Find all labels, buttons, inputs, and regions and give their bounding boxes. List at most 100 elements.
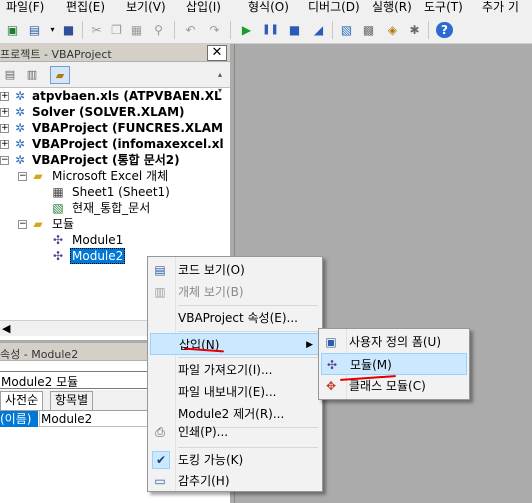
scroll-arrow-icon[interactable]: ▴ ▾ [215, 67, 225, 95]
toggle-folders-icon[interactable]: ▰ [50, 66, 70, 84]
tree-item-label: Sheet1 (Sheet1) [72, 185, 170, 199]
tab-categorized[interactable]: 항목별 [50, 391, 94, 410]
menu-run[interactable]: 실행(R) [372, 0, 412, 14]
menu-file[interactable]: 파일(F) [6, 0, 44, 14]
menu-item-label: 사용자 정의 폼(U) [349, 335, 442, 349]
hide-icon: ▭ [154, 474, 166, 488]
tab-alphabetic[interactable]: 사전순 [0, 391, 44, 410]
scroll-left-icon[interactable]: ◀ [2, 321, 10, 337]
break-icon[interactable]: ❚❚ [262, 22, 279, 38]
find-icon[interactable]: ⚲ [150, 22, 167, 38]
reset-icon[interactable]: ■ [286, 22, 303, 38]
class-module-icon: ✥ [325, 379, 337, 393]
collapse-icon[interactable]: − [0, 156, 9, 165]
context-menu: ▤ 코드 보기(O) ▥ 개체 보기(B) VBAProject 속성(E)..… [147, 256, 323, 492]
tree-item-label: atpvbaen.xls (ATPVBAEN.XL [32, 89, 222, 103]
copy-icon[interactable]: ❐ [108, 22, 125, 38]
help-icon[interactable]: ? [436, 22, 453, 38]
tree-item[interactable]: − ▰ 모듈 [0, 216, 230, 232]
vba-project-icon: ✲ [14, 137, 26, 151]
dropdown-arrow-icon[interactable]: ▾ [44, 22, 61, 38]
expand-icon[interactable]: + [0, 140, 9, 149]
toolbar-separator [428, 21, 429, 39]
menu-tools[interactable]: 도구(T) [424, 0, 463, 14]
tree-item[interactable]: + ✲ VBAProject (infomaxexcel.xl [0, 136, 230, 152]
properties-combo-value: Module2 모듈 [1, 375, 79, 389]
excel-view-icon[interactable]: ▣ [4, 22, 21, 38]
toolbox-icon[interactable]: ✱ [406, 22, 423, 38]
expand-icon[interactable]: + [0, 124, 9, 133]
insert-userform-icon[interactable]: ▤ [26, 22, 43, 38]
menu-separator [178, 331, 318, 332]
vba-project-icon: ✲ [14, 153, 26, 167]
module-icon: ✣ [52, 249, 64, 263]
code-icon: ▤ [154, 263, 166, 277]
menu-separator [178, 357, 318, 358]
menu-bar: 파일(F) 편집(E) 보기(V) 삽입(I) 형식(O) 디버그(D) 실행(… [0, 0, 532, 16]
object-browser-icon[interactable]: ◈ [384, 22, 401, 38]
tree-item[interactable]: − ✲ VBAProject (통합 문서2) [0, 152, 230, 168]
view-code-icon[interactable]: ▤ [0, 66, 20, 84]
expand-icon[interactable]: + [0, 108, 9, 117]
menu-edit[interactable]: 편집(E) [66, 0, 105, 14]
toolbar-separator [82, 21, 83, 39]
expand-icon[interactable]: + [0, 92, 9, 101]
submenu-arrow-icon: ▶ [306, 340, 313, 350]
property-name: (이름) [0, 411, 38, 427]
menu-debug[interactable]: 디버그(D) [308, 0, 360, 14]
menu-item-hide[interactable]: ▭ 감추기(H) [150, 470, 320, 492]
collapse-icon[interactable]: − [18, 220, 27, 229]
tree-item-label: Microsoft Excel 개체 [52, 169, 169, 183]
collapse-icon[interactable]: − [18, 172, 27, 181]
menu-item-print[interactable]: ⎙ 인쇄(P)... [150, 421, 320, 443]
redo-icon[interactable]: ↷ [206, 22, 223, 38]
view-object-icon[interactable]: ▥ [22, 66, 42, 84]
menu-item-label: 개체 보기(B) [178, 285, 244, 299]
menu-item-view-object[interactable]: ▥ 개체 보기(B) [150, 281, 320, 303]
menu-item-dockable[interactable]: ✔ 도킹 가능(K) [150, 449, 320, 471]
menu-item-export-file[interactable]: 파일 내보내기(E)... [150, 381, 320, 403]
worksheet-icon: ▦ [52, 185, 64, 199]
tree-item[interactable]: ▧ 현재_통합_문서 [0, 200, 230, 216]
cut-icon[interactable]: ✂ [88, 22, 105, 38]
project-explorer-icon[interactable]: ▧ [338, 22, 355, 38]
tree-item[interactable]: − ▰ Microsoft Excel 개체 [0, 168, 230, 184]
menu-insert[interactable]: 삽입(I) [186, 0, 221, 14]
check-icon: ✔ [152, 451, 170, 469]
close-icon[interactable]: ✕ [207, 45, 227, 61]
undo-icon[interactable]: ↶ [182, 22, 199, 38]
menu-item-label: VBAProject 속성(E)... [178, 311, 298, 325]
userform-icon: ▣ [325, 335, 337, 349]
tree-item[interactable]: + ✲ atpvbaen.xls (ATPVBAEN.XL [0, 88, 230, 104]
tree-item[interactable]: ▦ Sheet1 (Sheet1) [0, 184, 230, 200]
save-icon[interactable]: ■ [60, 22, 77, 38]
menu-format[interactable]: 형식(O) [248, 0, 289, 14]
property-value[interactable]: Module2 [39, 411, 92, 427]
properties-title: 속성 - Module2 [0, 348, 79, 361]
print-icon: ⎙ [155, 425, 165, 439]
submenu-item-userform[interactable]: ▣ 사용자 정의 폼(U) [321, 331, 467, 353]
tree-item[interactable]: + ✲ VBAProject (FUNCRES.XLAM [0, 120, 230, 136]
submenu-item-module[interactable]: ✣ 모듈(M) [321, 353, 467, 375]
design-mode-icon[interactable]: ◢ [310, 22, 327, 38]
menu-item-insert[interactable]: 삽입(N) ▶ [150, 333, 320, 355]
menu-addins[interactable]: 추가 기 [482, 0, 519, 14]
tree-item[interactable]: + ✲ Solver (SOLVER.XLAM) [0, 104, 230, 120]
tree-item-label: VBAProject (FUNCRES.XLAM [32, 121, 223, 135]
project-explorer-titlebar: 프로젝트 - VBAProject ✕ [0, 44, 230, 62]
tree-item[interactable]: ✣ Module1 [0, 232, 230, 248]
properties-window-icon[interactable]: ▩ [360, 22, 377, 38]
menu-item-label: 도킹 가능(K) [178, 453, 244, 467]
menu-view[interactable]: 보기(V) [126, 0, 166, 14]
folder-icon: ▰ [33, 217, 43, 231]
paste-icon[interactable]: ▦ [128, 22, 145, 38]
run-icon[interactable]: ▶ [238, 22, 255, 38]
menu-separator [178, 447, 318, 448]
menu-item-label: 클래스 모듈(C) [349, 379, 426, 393]
tree-item-label: 모듈 [52, 217, 75, 231]
tree-item-label-selected: Module2 [70, 248, 126, 264]
menu-item-import-file[interactable]: 파일 가져오기(I)... [150, 359, 320, 381]
menu-item-view-code[interactable]: ▤ 코드 보기(O) [150, 259, 320, 281]
menu-item-project-properties[interactable]: VBAProject 속성(E)... [150, 307, 320, 329]
module-icon: ✣ [326, 358, 338, 372]
